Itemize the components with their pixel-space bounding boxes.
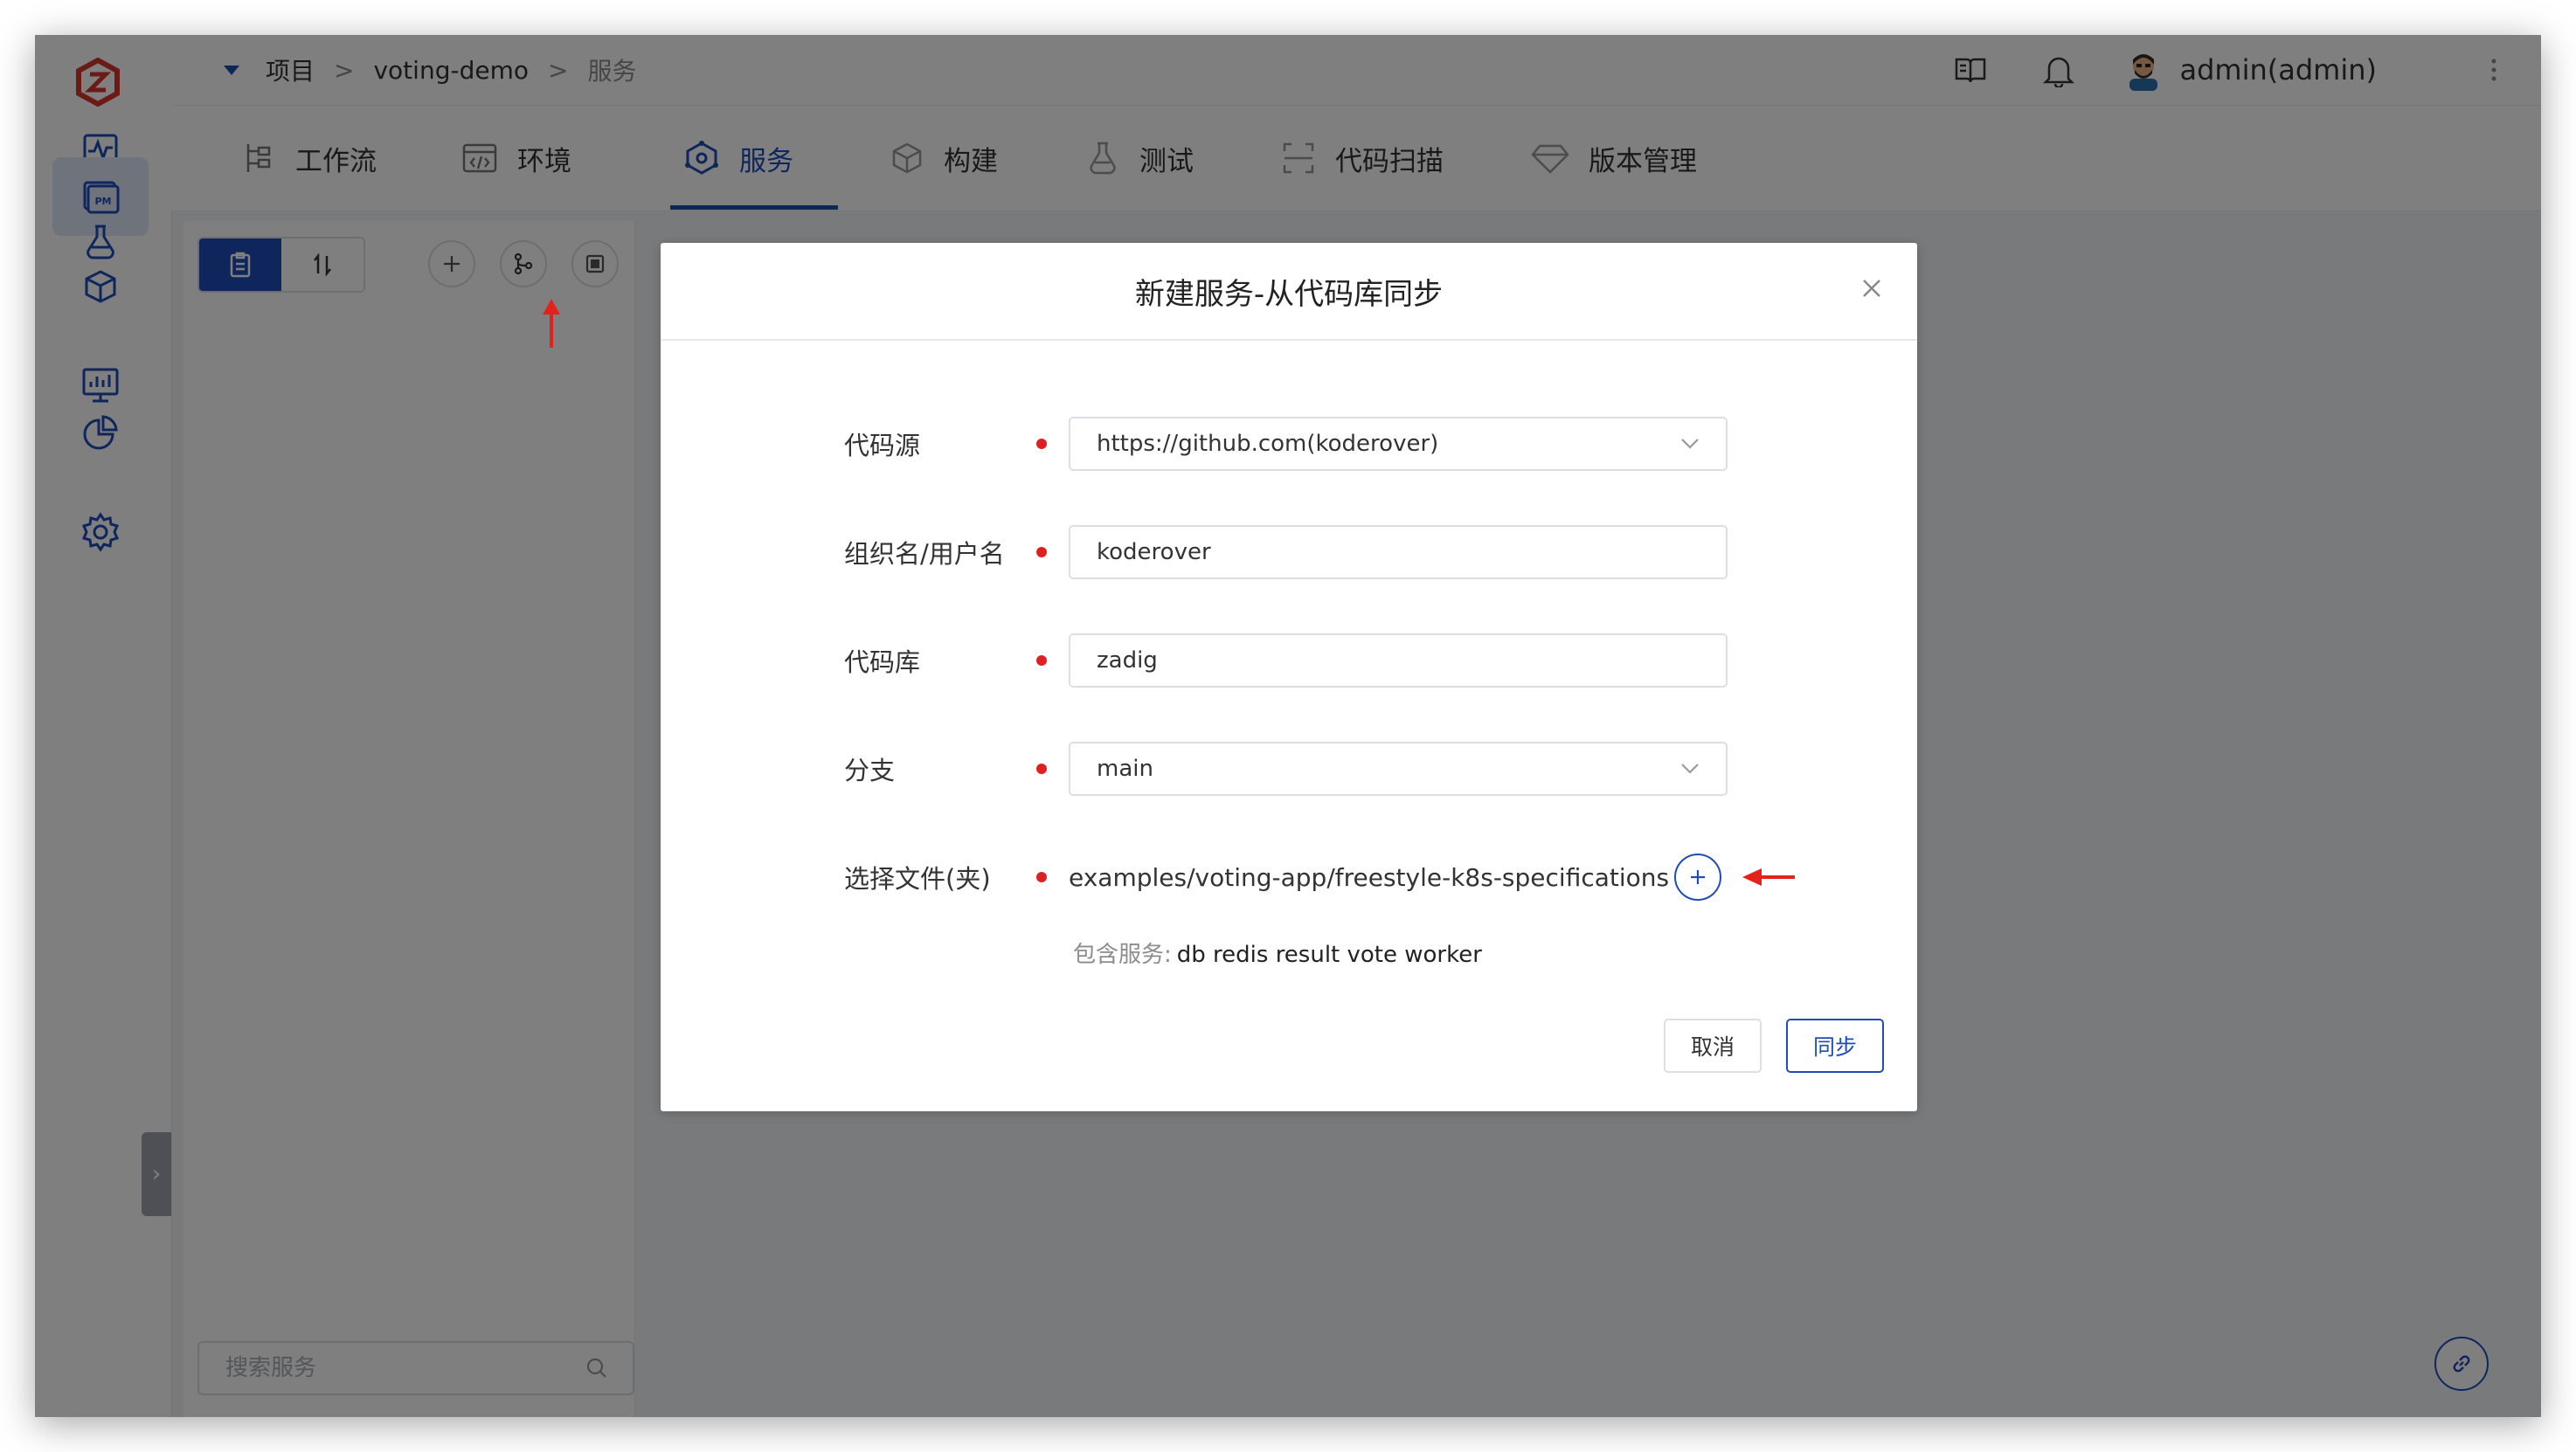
form-row-branch: 分支 main (844, 741, 1728, 797)
field-label: 代码源 (844, 431, 921, 460)
selected-path: examples/voting-app/freestyle-k8s-specif… (1069, 862, 1670, 892)
required-dot (1036, 764, 1047, 774)
chevron-down-icon (1681, 439, 1699, 449)
required-dot (1036, 547, 1047, 557)
included-services-value: db redis result vote worker (1176, 942, 1482, 968)
form-row-repo: 代码库 zadig (844, 633, 1728, 688)
input-value: zadig (1097, 647, 1158, 674)
chevron-down-icon (1681, 764, 1699, 774)
code-source-select[interactable]: https://github.com(koderover) (1069, 417, 1728, 471)
branch-select[interactable]: main (1069, 742, 1728, 796)
dialog-header: 新建服务-从代码库同步 (661, 243, 1917, 341)
included-services-label: 包含服务: (1073, 942, 1172, 968)
cancel-button[interactable]: 取消 (1664, 1019, 1762, 1073)
field-label: 分支 (844, 756, 896, 785)
form-row-path: 选择文件(夹) examples/voting-app/freestyle-k8… (844, 849, 1797, 905)
select-value: https://github.com(koderover) (1097, 431, 1439, 457)
dialog-title: 新建服务-从代码库同步 (1134, 276, 1444, 312)
required-dot (1036, 655, 1047, 666)
select-path-button[interactable] (1674, 854, 1722, 901)
field-label: 代码库 (844, 647, 921, 677)
plus-icon (1691, 870, 1706, 884)
input-value: koderover (1097, 539, 1211, 565)
required-dot (1036, 872, 1047, 882)
annotation-arrow-left-icon (1742, 868, 1796, 886)
required-dot (1036, 439, 1047, 449)
field-label: 选择文件(夹) (844, 864, 991, 894)
annotation-arrow-up-icon (543, 299, 560, 348)
field-label: 组织名/用户名 (844, 539, 1005, 569)
form-row-code-source: 代码源 https://github.com(koderover) (844, 416, 1728, 472)
owner-input[interactable]: koderover (1069, 525, 1728, 579)
included-services: 包含服务: db redis result vote worker (1073, 937, 1482, 969)
app-window: PM › 项目 > voting-demo > 服务 (35, 35, 2541, 1417)
sync-from-repo-dialog: 新建服务-从代码库同步 代码源 https://github.com(koder… (661, 243, 1917, 1111)
select-value: main (1097, 756, 1153, 782)
repo-input[interactable]: zadig (1069, 633, 1728, 688)
close-icon[interactable] (1861, 278, 1882, 299)
sync-button[interactable]: 同步 (1786, 1019, 1884, 1073)
form-row-owner: 组织名/用户名 koderover (844, 524, 1728, 580)
